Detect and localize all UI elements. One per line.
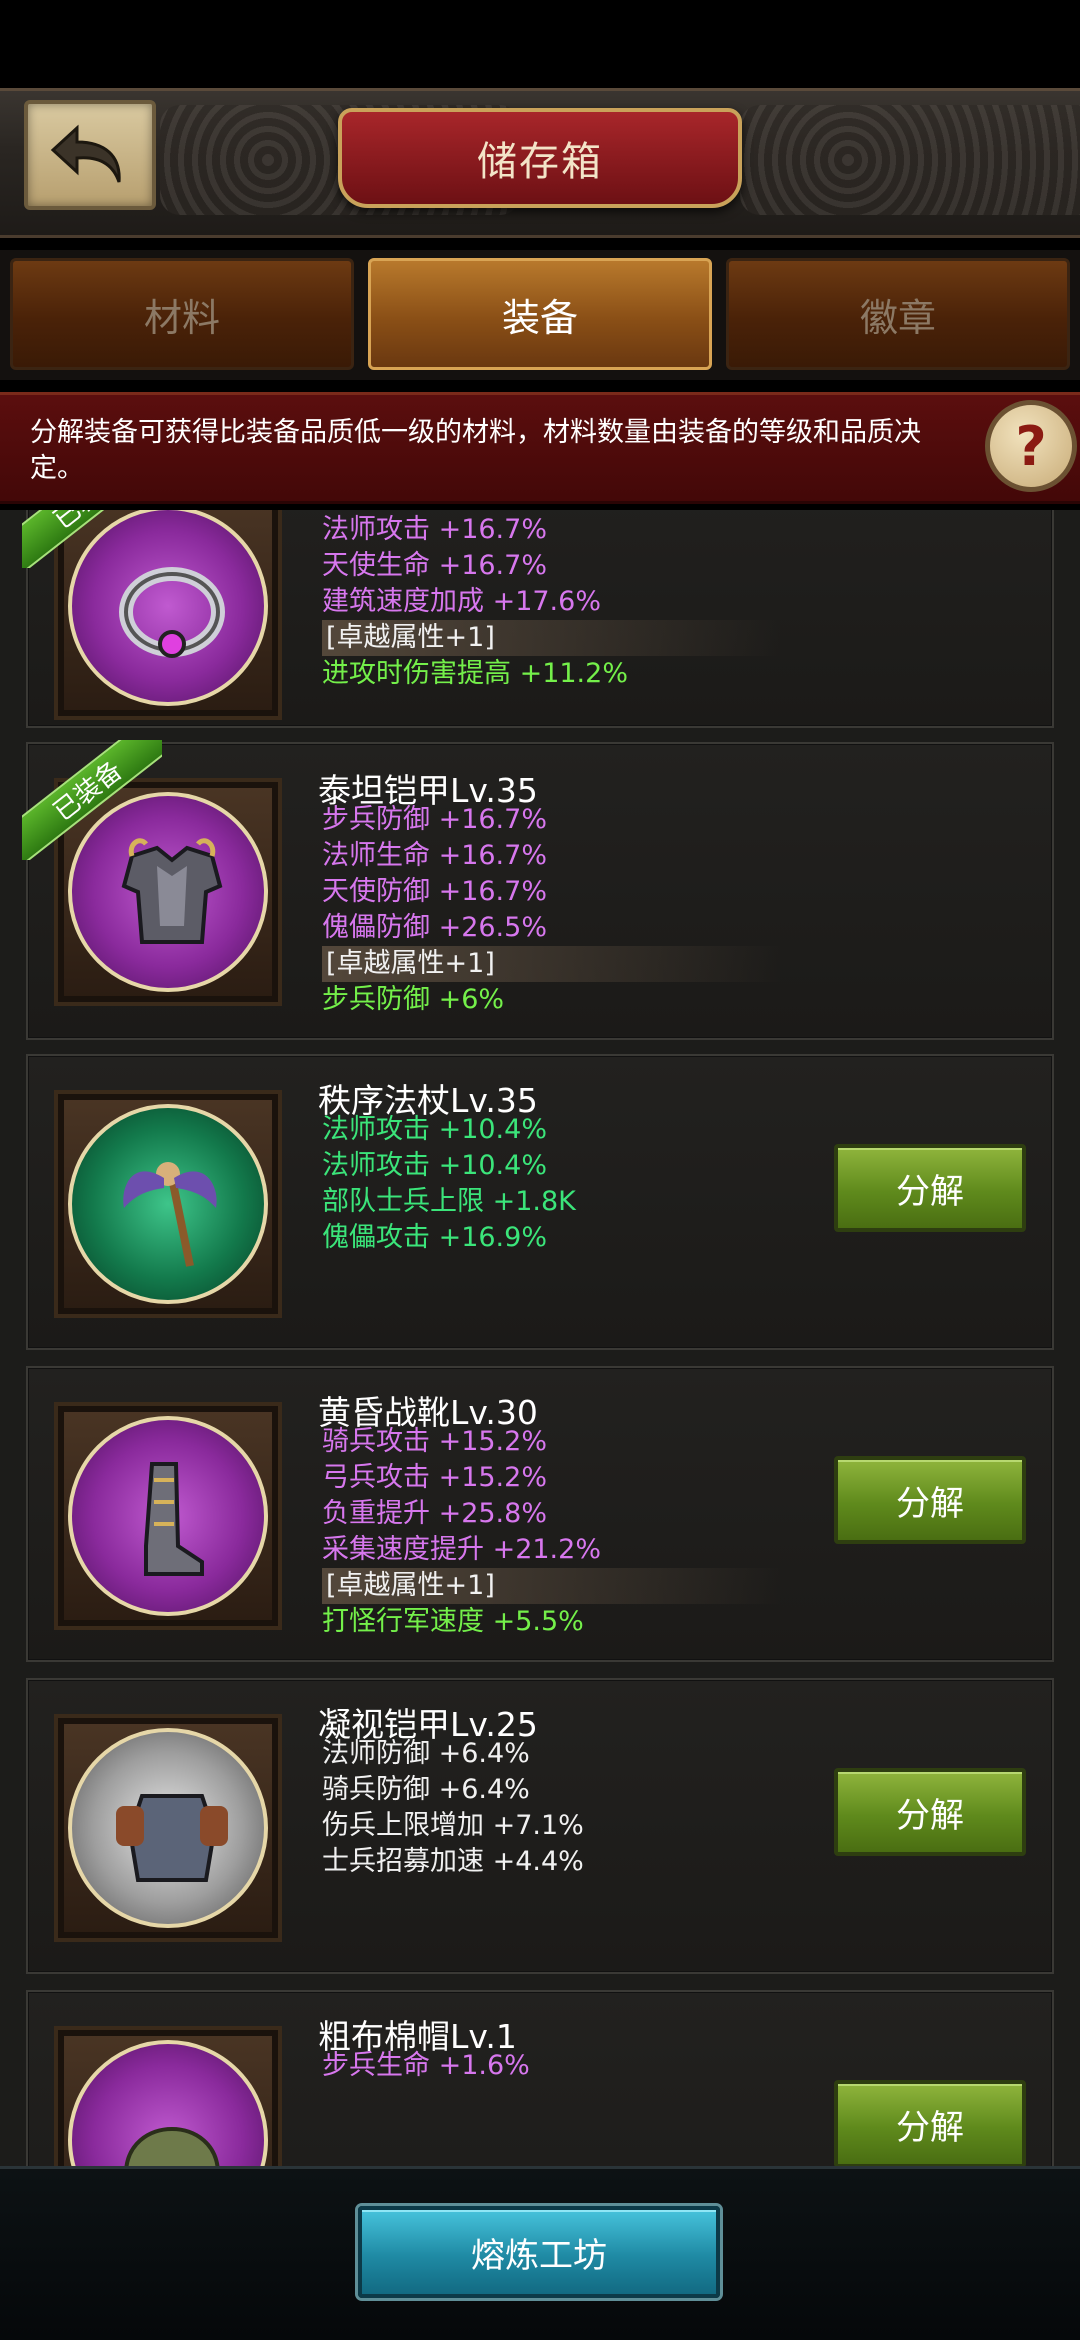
stat-line: 伤兵上限增加 +7.1% xyxy=(322,1810,584,1841)
stat-line: 步兵防御 +6% xyxy=(322,984,505,1015)
tab-materials[interactable]: 材料 xyxy=(10,258,354,370)
status-bar xyxy=(0,0,1080,88)
equipment-card: 已装备 泰坦铠甲Lv.35 步兵防御 +16.7% 法师生命 +16.7% 天使… xyxy=(22,740,1054,1040)
item-orb xyxy=(68,1728,268,1928)
item-icon-frame xyxy=(54,1402,282,1630)
equipment-card: 粗布棉帽Lv.1 步兵生命 +1.6% 分解 xyxy=(26,1990,1054,2166)
item-orb xyxy=(68,1104,268,1304)
equipment-card: 凝视铠甲Lv.25 法师防御 +6.4% 骑兵防御 +6.4% 伤兵上限增加 +… xyxy=(26,1678,1054,1974)
stat-line: 傀儡防御 +26.5% xyxy=(322,912,547,943)
equipment-list[interactable]: 已装备 法师攻击 +16.7% 天使生命 +16.7% 建筑速度加成 +17.6… xyxy=(0,510,1080,2166)
info-banner: 分解装备可获得比装备品质低一级的材料，材料数量由装备的等级和品质决定。 xyxy=(0,392,1080,504)
decompose-button[interactable]: 分解 xyxy=(834,1144,1026,1232)
stat-line: 骑兵防御 +6.4% xyxy=(322,1774,530,1805)
stat-line: 部队士兵上限 +1.8K xyxy=(322,1186,576,1217)
stat-line: 天使生命 +16.7% xyxy=(322,550,547,581)
stat-line: 天使防御 +16.7% xyxy=(322,876,547,907)
stat-line: 傀儡攻击 +16.9% xyxy=(322,1222,547,1253)
item-icon-frame xyxy=(54,1714,282,1942)
stat-line: 打怪行军速度 +5.5% xyxy=(322,1606,584,1637)
decompose-button[interactable]: 分解 xyxy=(834,1456,1026,1544)
info-text: 分解装备可获得比装备品质低一级的材料，材料数量由装备的等级和品质决定。 xyxy=(30,417,921,484)
cloth-hat-icon xyxy=(124,2127,220,2166)
equipped-tag-label: 已装备 xyxy=(22,510,162,568)
stat-line: 弓兵攻击 +15.2% xyxy=(322,1462,547,1493)
stat-line: 士兵招募加速 +4.4% xyxy=(322,1846,584,1877)
stat-line: 法师生命 +16.7% xyxy=(322,840,547,871)
help-icon[interactable]: ? xyxy=(985,400,1077,492)
stat-line: 采集速度提升 +21.2% xyxy=(322,1534,601,1565)
page-title: 储存箱 xyxy=(477,139,603,185)
excellent-attribute-label: [卓越属性+1] xyxy=(322,620,782,656)
equipped-tag: 已装备 xyxy=(22,510,162,568)
stat-line: 法师攻击 +10.4% xyxy=(322,1114,547,1145)
page-title-plate: 储存箱 xyxy=(338,108,742,208)
header-ornament-right xyxy=(740,105,1080,215)
item-orb xyxy=(68,1416,268,1616)
stat-line: 步兵防御 +16.7% xyxy=(322,804,547,835)
excellent-attribute-label: [卓越属性+1] xyxy=(322,1568,782,1604)
forge-workshop-button[interactable]: 熔炼工坊 xyxy=(358,2206,720,2298)
stat-line: 法师防御 +6.4% xyxy=(322,1738,530,1769)
boots-icon xyxy=(144,1462,204,1576)
back-arrow-icon xyxy=(50,124,121,183)
stat-line: 建筑速度加成 +17.6% xyxy=(322,586,601,617)
stat-line: 法师攻击 +10.4% xyxy=(322,1150,547,1181)
stat-line: 步兵生命 +1.6% xyxy=(322,2050,530,2081)
decompose-button[interactable]: 分解 xyxy=(834,2080,1026,2166)
tab-bar: 材料 装备 徽章 xyxy=(0,250,1080,380)
decompose-button[interactable]: 分解 xyxy=(834,1768,1026,1856)
item-icon-frame xyxy=(54,1090,282,1318)
tab-badges[interactable]: 徽章 xyxy=(726,258,1070,370)
stat-line: 法师攻击 +16.7% xyxy=(322,514,547,545)
equipped-tag-label: 已装备 xyxy=(22,740,162,860)
stat-line: 负重提升 +25.8% xyxy=(322,1498,547,1529)
tab-equipment[interactable]: 装备 xyxy=(368,258,712,370)
stat-line: 骑兵攻击 +15.2% xyxy=(322,1426,547,1457)
back-button[interactable] xyxy=(24,100,156,210)
chest-armor-icon xyxy=(116,1794,228,1882)
staff-icon xyxy=(123,1162,217,1267)
item-orb xyxy=(68,2040,268,2166)
equipment-card: 秩序法杖Lv.35 法师攻击 +10.4% 法师攻击 +10.4% 部队士兵上限… xyxy=(26,1054,1054,1350)
item-icon-frame xyxy=(54,2026,282,2166)
equipped-tag: 已装备 xyxy=(22,740,162,860)
excellent-attribute-label: [卓越属性+1] xyxy=(322,946,782,982)
equipment-card: 黄昏战靴Lv.30 骑兵攻击 +15.2% 弓兵攻击 +15.2% 负重提升 +… xyxy=(26,1366,1054,1662)
equipment-card: 已装备 法师攻击 +16.7% 天使生命 +16.7% 建筑速度加成 +17.6… xyxy=(22,510,1054,728)
stat-line: 进攻时伤害提高 +11.2% xyxy=(322,658,628,689)
